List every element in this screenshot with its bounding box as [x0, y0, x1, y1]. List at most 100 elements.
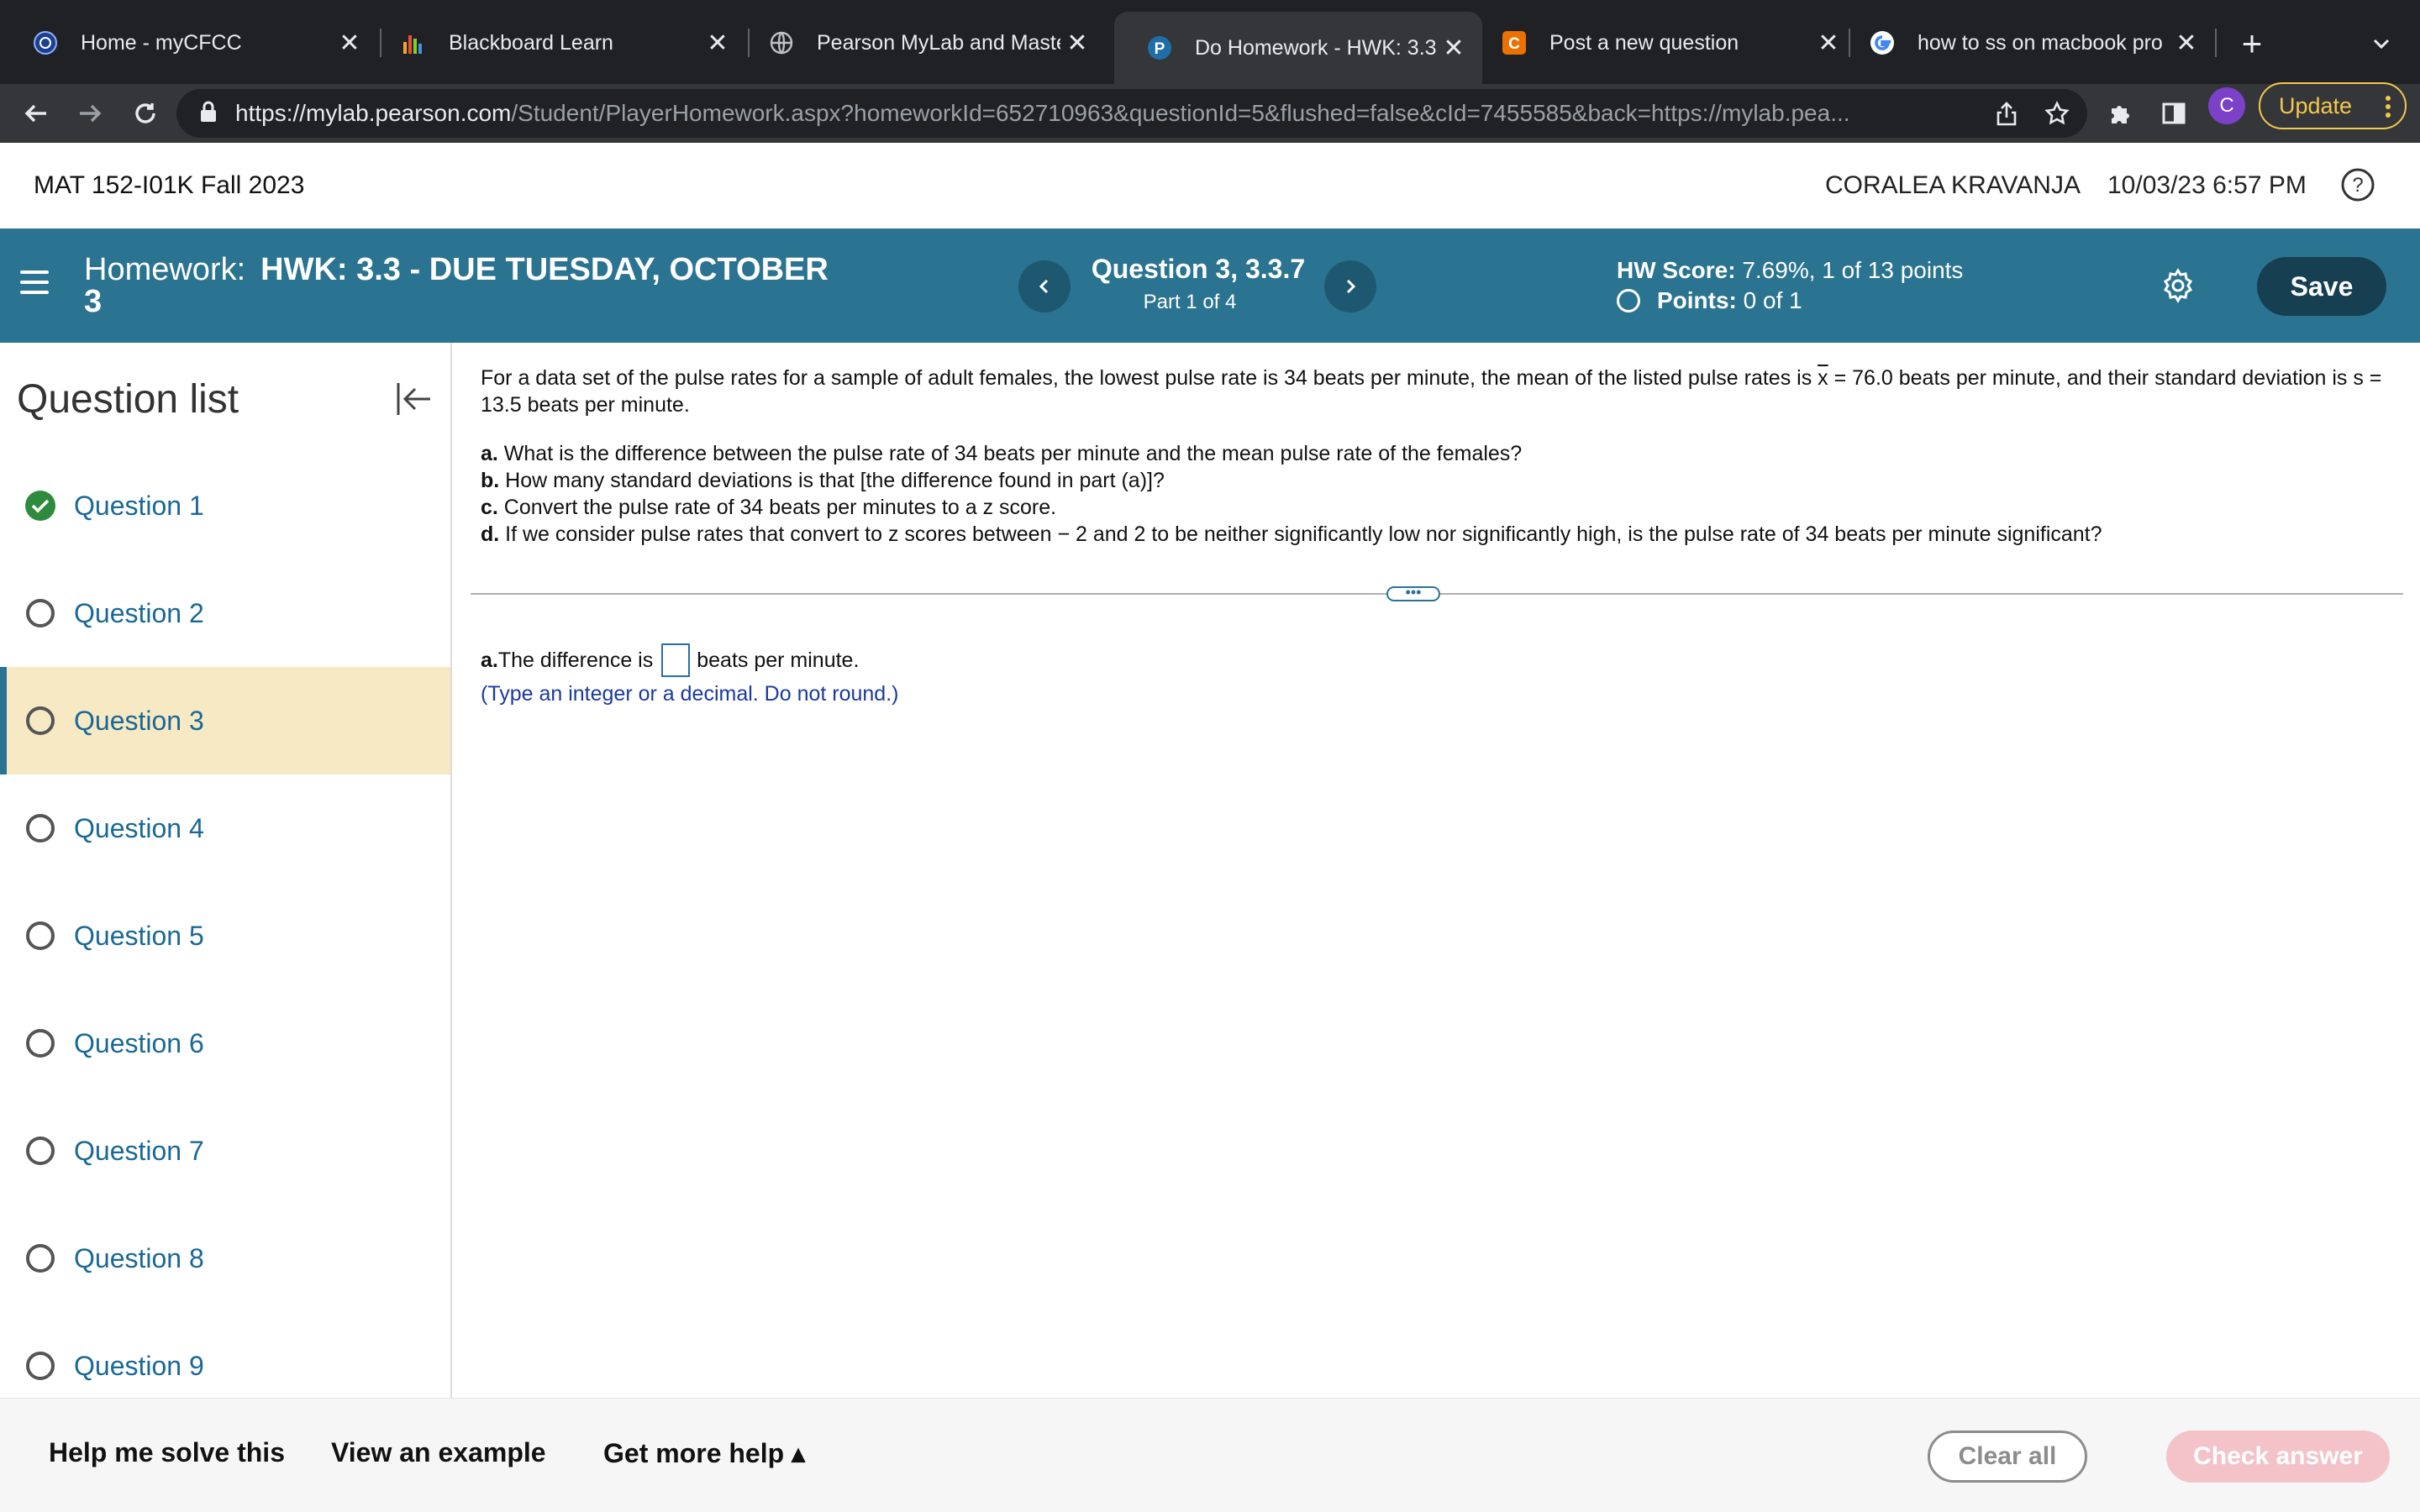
question-part: Part 1 of 4 [1089, 291, 1291, 314]
tab-title: how to ss on macbook pro [1918, 31, 2170, 55]
address-bar[interactable]: https://mylab.pearson.com/Student/Player… [176, 89, 2087, 138]
blackboard-icon [400, 29, 427, 56]
empty-circle-icon [24, 596, 57, 630]
tab-title: Post a new question [1549, 31, 1812, 55]
checkmark-complete-icon [24, 489, 57, 522]
question-label: Question 2 [74, 598, 204, 629]
answer-suffix: beats per minute. [697, 648, 859, 673]
x-bar-symbol: x [1818, 366, 1828, 390]
lock-icon[interactable] [200, 101, 217, 127]
previous-question-button[interactable] [1018, 260, 1071, 312]
empty-circle-icon [24, 704, 57, 738]
check-answer-button[interactable]: Check answer [2166, 1431, 2390, 1483]
tab-title: Home - myCFCC [81, 31, 333, 55]
prompt-text-1: For a data set of the pulse rates for a … [481, 366, 1818, 390]
question-list-item[interactable]: Question 2 [0, 559, 452, 667]
close-tab-icon[interactable]: ✕ [1437, 31, 1470, 65]
student-name: CORALEA KRAVANJA [1825, 171, 2081, 200]
mycfcc-icon [32, 29, 59, 56]
browser-tab-mycfcc[interactable]: Home - myCFCC ✕ [0, 12, 378, 74]
question-label: Question 4 [74, 813, 204, 844]
question-label: Question 8 [74, 1243, 204, 1274]
help-icon[interactable]: ? [2339, 166, 2376, 203]
question-content: For a data set of the pulse rates for a … [454, 343, 2420, 1398]
answer-input[interactable] [661, 643, 690, 677]
question-list-item[interactable]: Question 6 [0, 990, 452, 1097]
question-list-item[interactable]: Question 9 [0, 1312, 452, 1398]
question-label: Question 9 [74, 1351, 204, 1382]
divider-drag-handle[interactable]: ••• [1386, 586, 1440, 601]
question-label: Question 3 [74, 706, 204, 737]
extensions-puzzle-icon[interactable] [2099, 92, 2141, 134]
course-title[interactable]: MAT 152-I01K Fall 2023 [34, 171, 304, 200]
url-host: https://mylab.pearson.com [235, 100, 511, 126]
question-list-title: Question list [17, 376, 239, 423]
bookmark-star-icon[interactable] [2037, 93, 2077, 134]
help-me-solve-button[interactable]: Help me solve this [49, 1437, 285, 1468]
points-label: Points: [1657, 287, 1737, 314]
browser-tab-strip: Home - myCFCC ✕ Blackboard Learn ✕ Pears… [0, 0, 2420, 84]
get-more-help-button[interactable]: Get more help ▴ [603, 1437, 805, 1469]
kebab-menu-icon[interactable] [2385, 94, 2391, 125]
tab-title: Blackboard Learn [449, 31, 701, 55]
save-button[interactable]: Save [2257, 257, 2386, 316]
collapse-sidebar-icon[interactable] [392, 376, 437, 422]
tab-title: Do Homework - HWK: 3.3 - [1195, 36, 1437, 60]
settings-gear-icon[interactable] [2160, 267, 2196, 304]
sub-question-d: d. If we consider pulse rates that conve… [481, 521, 2388, 548]
answer-hint: (Type an integer or a decimal. Do not ro… [481, 682, 899, 706]
close-tab-icon[interactable]: ✕ [701, 26, 734, 60]
browser-tab-chegg[interactable]: C Post a new question ✕ [1482, 12, 1857, 74]
browser-tab-blackboard[interactable]: Blackboard Learn ✕ [368, 12, 746, 74]
empty-circle-icon [24, 919, 57, 953]
answer-part-letter: a. [481, 648, 498, 673]
url-text: https://mylab.pearson.com/Student/Player… [235, 100, 1986, 127]
empty-circle-icon [24, 1134, 57, 1168]
next-question-button[interactable] [1324, 260, 1376, 312]
menu-hamburger-icon[interactable] [20, 270, 49, 296]
homework-bar: Homework:HWK: 3.3 - DUE TUESDAY, OCTOBER… [0, 228, 2420, 343]
sub-questions: a. What is the difference between the pu… [481, 440, 2388, 548]
hw-score-label: HW Score: [1617, 257, 1736, 283]
question-list-item[interactable]: Question 1 [0, 452, 452, 559]
homework-title: Homework:HWK: 3.3 - DUE TUESDAY, OCTOBER… [84, 254, 840, 318]
profile-avatar[interactable]: C [2208, 87, 2245, 124]
new-tab-button[interactable]: + [2232, 24, 2272, 64]
question-list-item-active[interactable]: Question 3 [0, 667, 452, 774]
chegg-icon: C [1501, 29, 1528, 56]
close-tab-icon[interactable]: ✕ [1060, 26, 1094, 60]
back-arrow-icon[interactable] [15, 92, 57, 134]
google-icon [1869, 29, 1896, 56]
browser-tab-do-homework[interactable]: P Do Homework - HWK: 3.3 - ✕ [1114, 12, 1482, 84]
globe-icon [768, 29, 795, 56]
share-icon[interactable] [1986, 93, 2027, 134]
points-status-icon [1617, 289, 1640, 312]
question-label: Question 1 [74, 491, 204, 522]
points-value: 0 of 1 [1744, 287, 1802, 314]
url-path: /Student/PlayerHomework.aspx?homeworkId=… [511, 100, 1849, 126]
tab-title: Pearson MyLab and Master [817, 31, 1060, 55]
browser-tab-pearson-mylab[interactable]: Pearson MyLab and Master ✕ [736, 12, 1106, 74]
date-time: 10/03/23 6:57 PM [2107, 171, 2307, 200]
close-tab-icon[interactable]: ✕ [2170, 26, 2203, 60]
update-button[interactable]: Update [2259, 82, 2407, 129]
forward-arrow-icon[interactable] [69, 92, 111, 134]
browser-tab-google[interactable]: how to ss on macbook pro ✕ [1837, 12, 2215, 74]
close-tab-icon[interactable]: ✕ [333, 26, 366, 60]
question-label: Question 5 [74, 921, 204, 952]
points: Points: 0 of 1 [1617, 287, 1802, 314]
tab-search-chevron-icon[interactable] [2363, 25, 2400, 62]
view-example-button[interactable]: View an example [331, 1437, 546, 1468]
question-label: Question 7 [74, 1136, 204, 1167]
svg-text:P: P [1155, 40, 1165, 58]
side-panel-icon[interactable] [2153, 92, 2195, 134]
clear-all-button[interactable]: Clear all [1928, 1431, 2087, 1483]
sub-question-b: b. How many standard deviations is that … [481, 467, 2388, 494]
question-list-item[interactable]: Question 4 [0, 774, 452, 882]
sub-question-c: c. Convert the pulse rate of 34 beats pe… [481, 494, 2388, 521]
reload-icon[interactable] [124, 92, 166, 134]
question-list-item[interactable]: Question 5 [0, 882, 452, 990]
svg-text:?: ? [2352, 174, 2363, 197]
question-list-item[interactable]: Question 7 [0, 1097, 452, 1205]
question-list-item[interactable]: Question 8 [0, 1205, 452, 1312]
